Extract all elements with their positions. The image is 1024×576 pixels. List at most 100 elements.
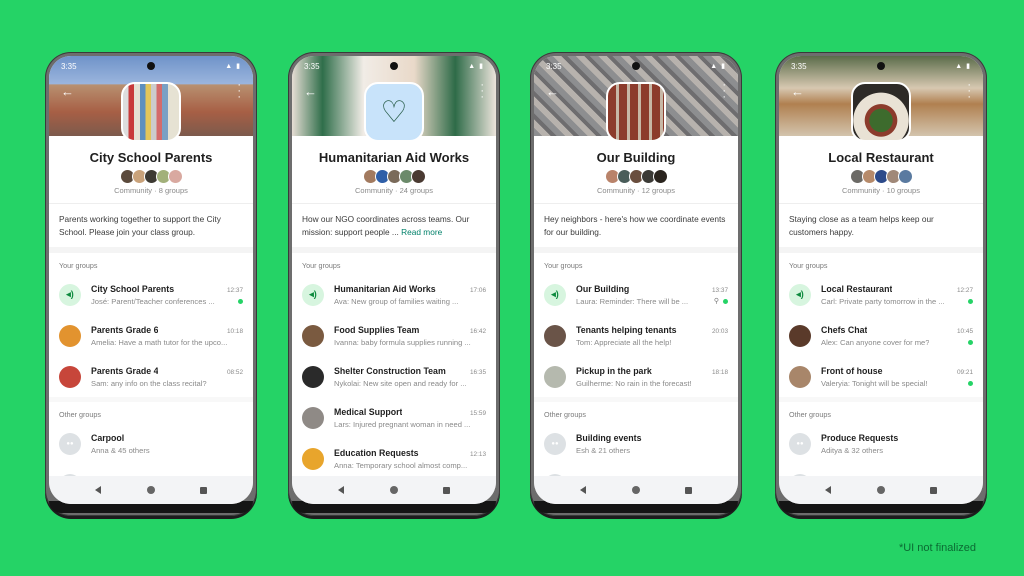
member-avatars xyxy=(779,169,983,184)
group-last-message: José: Parent/Teacher conferences ... xyxy=(91,296,215,306)
nav-home-icon[interactable] xyxy=(876,486,885,494)
announcement-icon: ◂) xyxy=(59,283,81,306)
community-name: City School Parents xyxy=(89,150,213,165)
group-row[interactable]: ◂) Local Restaurant 12:27 Carl: Private par… xyxy=(779,274,983,315)
group-row[interactable]: Shelter Construction Team 16:35 Nykolai: N… xyxy=(292,356,496,397)
camera-punch-hole xyxy=(877,62,885,70)
community-icon: ♡ xyxy=(364,82,424,142)
group-row[interactable]: ◂) Our Building 13:37 Laura: Reminder: Ther… xyxy=(534,274,738,315)
group-body: Local Restaurant 12:27 Carl: Private party… xyxy=(821,284,973,306)
group-title: Building events xyxy=(576,432,642,443)
more-options-icon[interactable]: · · · xyxy=(237,80,241,103)
member-avatars xyxy=(292,169,496,184)
group-time: 10:45 xyxy=(957,327,973,335)
group-time: 12:37 xyxy=(227,286,243,294)
group-title: Chefs Chat xyxy=(821,324,868,335)
group-bottom-line: José: Parent/Teacher conferences ... xyxy=(91,297,243,306)
group-member-count: Anna & 45 others xyxy=(91,445,150,455)
group-placeholder-icon: ●● xyxy=(544,432,566,455)
group-row[interactable]: ◂) Humanitarian Aid Works 17:06 Ava: New gr… xyxy=(292,274,496,315)
group-title: Food Supplies Team xyxy=(334,324,420,335)
nav-recents-icon[interactable] xyxy=(443,486,451,494)
group-body: City School Parents 12:37 José: Parent/Tea… xyxy=(91,284,243,306)
group-row[interactable]: Food Supplies Team 16:42 Ivanna: baby form… xyxy=(292,315,496,356)
android-nav-bar xyxy=(779,476,983,504)
community-description: How our NGO coordinates across teams. Ou… xyxy=(292,203,496,247)
group-body: Food Supplies Team 16:42 Ivanna: baby form… xyxy=(334,325,486,347)
back-arrow-icon[interactable]: ← xyxy=(61,84,74,99)
description-text: Staying close as a team helps keep our c… xyxy=(789,214,934,237)
group-top-line: Our Building 13:37 xyxy=(576,284,728,294)
group-title: Parents Grade 4 xyxy=(91,365,159,376)
your-groups-label: Your groups xyxy=(302,261,341,270)
group-last-message: Carl: Private party tomorrow in the ... xyxy=(821,296,945,306)
group-bottom-line: Sam: any info on the class recital? xyxy=(91,379,243,388)
group-title: Our Building xyxy=(576,283,630,294)
more-options-icon[interactable]: · · · xyxy=(480,80,484,103)
group-body: Pickup in the park 18:18 Guilherme: No rai… xyxy=(576,366,728,388)
group-row[interactable]: Parents Grade 4 08:52 Sam: any info on the… xyxy=(49,356,253,397)
more-options-icon[interactable]: · · · xyxy=(967,80,971,103)
group-row[interactable]: ◂) City School Parents 12:37 José: Parent/T… xyxy=(49,274,253,315)
nav-recents-icon[interactable] xyxy=(200,486,208,494)
group-last-message: Lars: Injured pregnant woman in need ... xyxy=(334,419,471,429)
community-name: Local Restaurant xyxy=(828,150,934,165)
nav-recents-icon[interactable] xyxy=(685,486,693,494)
community-description: Parents working together to support the … xyxy=(49,203,253,247)
group-bottom-line: Alex: Can anyone cover for me? xyxy=(821,338,973,347)
group-avatar xyxy=(544,324,566,347)
other-group-row[interactable]: ●● Building events Esh & 21 others xyxy=(534,423,738,464)
more-options-icon[interactable]: · · · xyxy=(722,80,726,103)
group-body: Building events Esh & 21 others xyxy=(576,433,728,455)
back-arrow-icon[interactable]: ← xyxy=(546,84,559,99)
your-groups-label: Your groups xyxy=(789,261,828,270)
community-header: Humanitarian Aid Works Community · 24 gro… xyxy=(292,136,496,195)
community-name: Humanitarian Aid Works xyxy=(318,150,470,165)
group-row[interactable]: Tenants helping tenants 20:03 Tom: Appreci… xyxy=(534,315,738,356)
group-avatar xyxy=(302,365,324,388)
group-title: Education Requests xyxy=(334,447,419,458)
group-body: Chefs Chat 10:45 Alex: Can anyone cover fo… xyxy=(821,325,973,347)
nav-home-icon[interactable] xyxy=(146,486,155,494)
back-arrow-icon[interactable]: ← xyxy=(791,84,804,99)
group-time: 10:18 xyxy=(227,327,243,335)
group-body: Tenants helping tenants 20:03 Tom: Appreci… xyxy=(576,325,728,347)
group-body: Our Building 13:37 Laura: Reminder: There … xyxy=(576,284,728,306)
group-row[interactable]: Chefs Chat 10:45 Alex: Can anyone cover fo… xyxy=(779,315,983,356)
nav-home-icon[interactable] xyxy=(631,486,640,494)
group-row[interactable]: Front of house 09:21 Valeryia: Tonight wil… xyxy=(779,356,983,397)
group-row[interactable]: Pickup in the park 18:18 Guilherme: No rai… xyxy=(534,356,738,397)
group-placeholder-icon: ●● xyxy=(59,432,81,455)
other-group-row[interactable]: ●● Produce Requests Aditya & 32 others xyxy=(779,423,983,464)
group-title: Shelter Construction Team xyxy=(334,365,446,376)
phone-our-building: 3:35 ▲ ▮ ← · · · Our Building Community · 12 gr… xyxy=(530,52,742,516)
camera-punch-hole xyxy=(390,62,398,70)
phone-screen: 3:35 ▲ ▮ ← · · · City School Parents Community … xyxy=(49,56,253,504)
announcement-icon: ◂) xyxy=(789,283,811,306)
group-body: Medical Support 15:59 Lars: Injured pregna… xyxy=(334,407,486,429)
status-time: 3:35 xyxy=(546,62,562,71)
group-top-line: Medical Support 15:59 xyxy=(334,407,486,417)
group-time: 15:59 xyxy=(470,409,486,417)
read-more-link[interactable]: Read more xyxy=(401,227,442,237)
nav-recents-icon[interactable] xyxy=(930,486,938,494)
group-row[interactable]: Parents Grade 6 10:18 Amelia: Have a math … xyxy=(49,315,253,356)
description-text: How our NGO coordinates across teams. Ou… xyxy=(302,214,470,237)
group-flags xyxy=(968,380,973,386)
group-flags: ⚲ xyxy=(714,297,728,305)
group-row[interactable]: Medical Support 15:59 Lars: Injured pregna… xyxy=(292,397,496,438)
group-bottom-line: Guilherme: No rain in the forecast! xyxy=(576,379,728,388)
member-avatar xyxy=(410,169,426,184)
group-avatar xyxy=(59,324,81,347)
nav-back-icon[interactable] xyxy=(579,486,586,494)
nav-back-icon[interactable] xyxy=(94,486,101,494)
group-flags xyxy=(968,298,973,304)
android-nav-bar xyxy=(292,476,496,504)
nav-back-icon[interactable] xyxy=(337,486,344,494)
group-time: 09:21 xyxy=(957,368,973,376)
back-arrow-icon[interactable]: ← xyxy=(304,84,317,99)
other-group-row[interactable]: ●● Carpool Anna & 45 others xyxy=(49,423,253,464)
nav-home-icon[interactable] xyxy=(389,486,398,494)
group-row[interactable]: Education Requests 12:13 Anna: Temporary s… xyxy=(292,438,496,479)
nav-back-icon[interactable] xyxy=(824,486,831,494)
